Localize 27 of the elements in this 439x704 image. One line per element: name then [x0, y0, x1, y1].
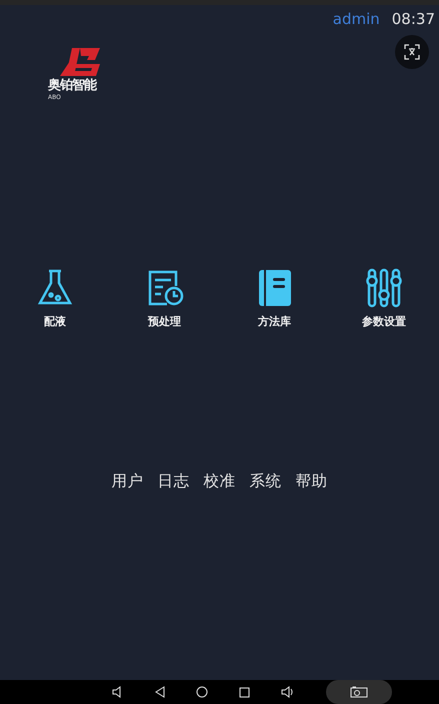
menu-link[interactable]: 用户	[112, 471, 144, 492]
home-icon	[196, 686, 208, 698]
recents-button[interactable]	[238, 686, 250, 698]
speaker-icon	[112, 686, 124, 698]
menu-link[interactable]: 日志	[158, 471, 190, 492]
sliders-icon	[364, 268, 404, 308]
speaker-icon	[280, 686, 294, 698]
volume-up-button[interactable]	[280, 686, 294, 698]
user-name: admin	[332, 10, 380, 30]
module-button[interactable]: 预处理	[120, 268, 210, 329]
menu-link[interactable]: 校准	[204, 471, 236, 492]
translate-icon	[404, 44, 420, 60]
screenshot-button[interactable]	[326, 680, 392, 704]
module-button[interactable]: 参数设置	[339, 268, 430, 329]
home-button[interactable]	[196, 686, 208, 698]
logo-name: 奥铂智能	[48, 77, 96, 94]
camera-icon	[350, 686, 368, 698]
module-button[interactable]: 配液	[10, 268, 100, 329]
back-icon	[154, 686, 164, 698]
recents-icon	[238, 686, 250, 698]
clock-time: 08:37	[392, 10, 435, 30]
volume-down-button[interactable]	[112, 686, 124, 698]
module-button[interactable]: 方法库	[229, 268, 320, 329]
menu-link[interactable]: 系统	[250, 471, 282, 492]
translate-button[interactable]	[395, 35, 429, 69]
back-button[interactable]	[154, 686, 164, 698]
menu-link[interactable]: 帮助	[296, 471, 328, 492]
